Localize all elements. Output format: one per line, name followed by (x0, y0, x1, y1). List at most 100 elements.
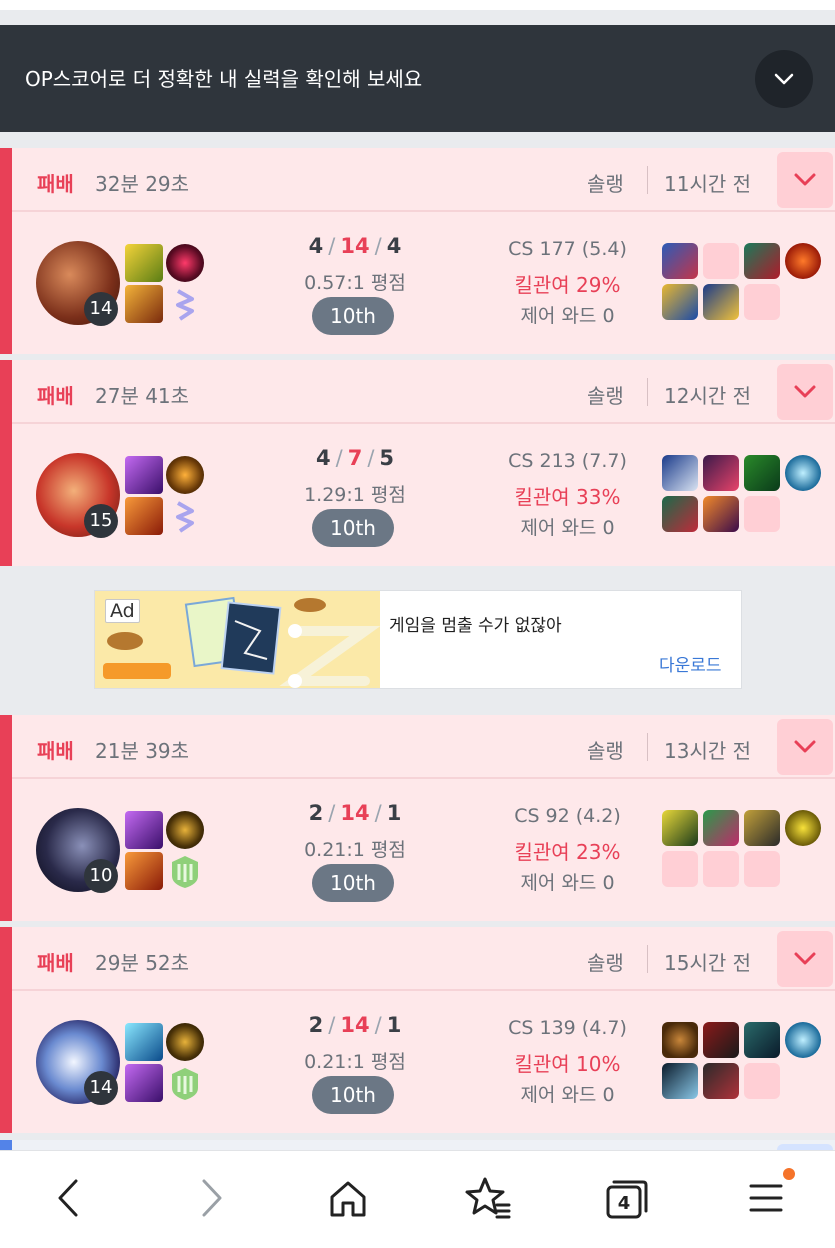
ad-title[interactable]: 게임을 멈출 수가 없잖아 (389, 611, 562, 636)
expand-button[interactable] (777, 364, 833, 420)
item-icon[interactable] (662, 810, 698, 846)
cs-stat: CS 92 (4.2) (514, 805, 621, 827)
divider (647, 733, 648, 761)
time-ago: 11시간 전 (664, 172, 752, 196)
match-card[interactable]: 패배 29분 52초 솔랭 15시간 전 14 2/14/1 0.21:1 평점… (0, 927, 835, 1133)
item-icon[interactable] (703, 810, 739, 846)
control-wards: 제어 와드 0 (520, 1084, 615, 1106)
home-icon (330, 1181, 366, 1217)
item-icon[interactable] (662, 243, 698, 279)
item-icon[interactable] (744, 1022, 780, 1058)
item-icon[interactable] (703, 1022, 739, 1058)
rune-secondary-icon (172, 1068, 198, 1100)
ad-banner[interactable]: Ad 게임을 멈출 수가 없잖아 다운로드 (94, 590, 742, 689)
bookmarks-button[interactable] (463, 1173, 513, 1223)
match-card[interactable]: 패배 27분 41초 솔랭 12시간 전 15 4/7/5 1.29:1 평점 … (0, 360, 835, 566)
item-slot-empty (744, 496, 780, 532)
match-header: 패배 27분 41초 솔랭 12시간 전 (12, 360, 835, 424)
match-result: 패배 (37, 951, 74, 975)
home-button[interactable] (323, 1173, 373, 1223)
cs-stat: CS 177 (5.4) (508, 238, 627, 260)
item-icon[interactable] (662, 1022, 698, 1058)
summoner-spell-ghost (125, 1023, 163, 1061)
item-icon[interactable] (662, 496, 698, 532)
tab-count: 4 (618, 1193, 631, 1214)
item-icon[interactable] (744, 455, 780, 491)
assists: 1 (386, 1013, 402, 1037)
opscore-banner[interactable]: OP스코어로 더 정확한 내 실력을 확인해 보세요 (0, 25, 835, 132)
item-icon[interactable] (703, 1063, 739, 1099)
match-card[interactable]: 패배 32분 29초 솔랭 11시간 전 14 4/14/4 0.57:1 평점… (0, 148, 835, 354)
item-icon[interactable] (662, 284, 698, 320)
time-ago: 15시간 전 (664, 951, 752, 975)
match-card[interactable]: 패배 21분 39초 솔랭 13시간 전 10 2/14/1 0.21:1 평점… (0, 715, 835, 921)
forward-button[interactable] (186, 1173, 236, 1223)
item-icon[interactable] (744, 810, 780, 846)
queue-type: 솔랭 (587, 951, 624, 975)
star-bookmark-icon (465, 1177, 511, 1219)
rune-primary (166, 811, 204, 849)
summoner-spell-ignite (125, 852, 163, 890)
expand-button[interactable] (777, 931, 833, 987)
menu-icon (749, 1184, 783, 1212)
kills: 4 (308, 234, 324, 258)
chevron-down-icon (794, 173, 816, 186)
browser-bottom-nav: 4 (0, 1150, 835, 1248)
kda: 4/14/4 (308, 234, 402, 258)
divider (647, 166, 648, 194)
chevron-down-icon (774, 73, 794, 85)
forward-icon (202, 1179, 222, 1217)
placement-badge: 10th (312, 509, 394, 547)
chevron-down-icon (794, 385, 816, 398)
item-icon[interactable] (662, 1063, 698, 1099)
expand-button[interactable] (777, 719, 833, 775)
back-button[interactable] (44, 1173, 94, 1223)
banner-expand-button[interactable] (755, 50, 813, 108)
placement-badge: 10th (312, 297, 394, 335)
assists: 4 (386, 234, 402, 258)
rune-primary (166, 244, 204, 282)
trinket-icon[interactable] (785, 1022, 821, 1058)
time-ago: 13시간 전 (664, 739, 752, 763)
rune-secondary-icon (172, 856, 198, 888)
notification-dot (783, 1168, 795, 1180)
kill-participation: 킬관여 33% (514, 485, 621, 509)
item-icon[interactable] (703, 284, 739, 320)
match-header: 패배 32분 29초 솔랭 11시간 전 (12, 148, 835, 212)
champion-level: 10 (84, 859, 118, 893)
deaths: 14 (340, 234, 370, 258)
queue-type: 솔랭 (587, 739, 624, 763)
trinket-icon[interactable] (785, 455, 821, 491)
match-header: 패배 29분 52초 솔랭 15시간 전 (12, 927, 835, 991)
kda: 2/14/1 (308, 1013, 402, 1037)
summoner-spell-flash (125, 811, 163, 849)
placement-badge: 10th (312, 1076, 394, 1114)
item-icon[interactable] (662, 455, 698, 491)
item-icon[interactable] (744, 243, 780, 279)
ad-image[interactable]: Ad (95, 591, 380, 688)
tabs-button[interactable]: 4 (601, 1173, 651, 1223)
kills: 2 (308, 801, 324, 825)
trinket-icon[interactable] (785, 810, 821, 846)
item-icon[interactable] (703, 455, 739, 491)
kda-ratio: 0.57:1 평점 (304, 272, 406, 294)
menu-button[interactable] (741, 1173, 791, 1223)
match-result: 패배 (37, 172, 74, 196)
match-duration: 29분 52초 (95, 951, 190, 975)
expand-button[interactable] (777, 152, 833, 208)
rune-secondary-icon (176, 501, 194, 533)
top-strip (0, 0, 835, 10)
chevron-down-icon (794, 952, 816, 965)
summoner-spell-ignite (125, 285, 163, 323)
trinket-icon[interactable] (785, 243, 821, 279)
rune-primary (166, 456, 204, 494)
queue-type: 솔랭 (587, 384, 624, 408)
match-duration: 21분 39초 (95, 739, 190, 763)
assists: 1 (386, 801, 402, 825)
item-slot-empty (662, 851, 698, 887)
item-icon[interactable] (703, 496, 739, 532)
champion-level: 14 (84, 292, 118, 326)
result-bar (0, 148, 12, 354)
deaths: 14 (340, 1013, 370, 1037)
ad-download-link[interactable]: 다운로드 (659, 651, 722, 676)
